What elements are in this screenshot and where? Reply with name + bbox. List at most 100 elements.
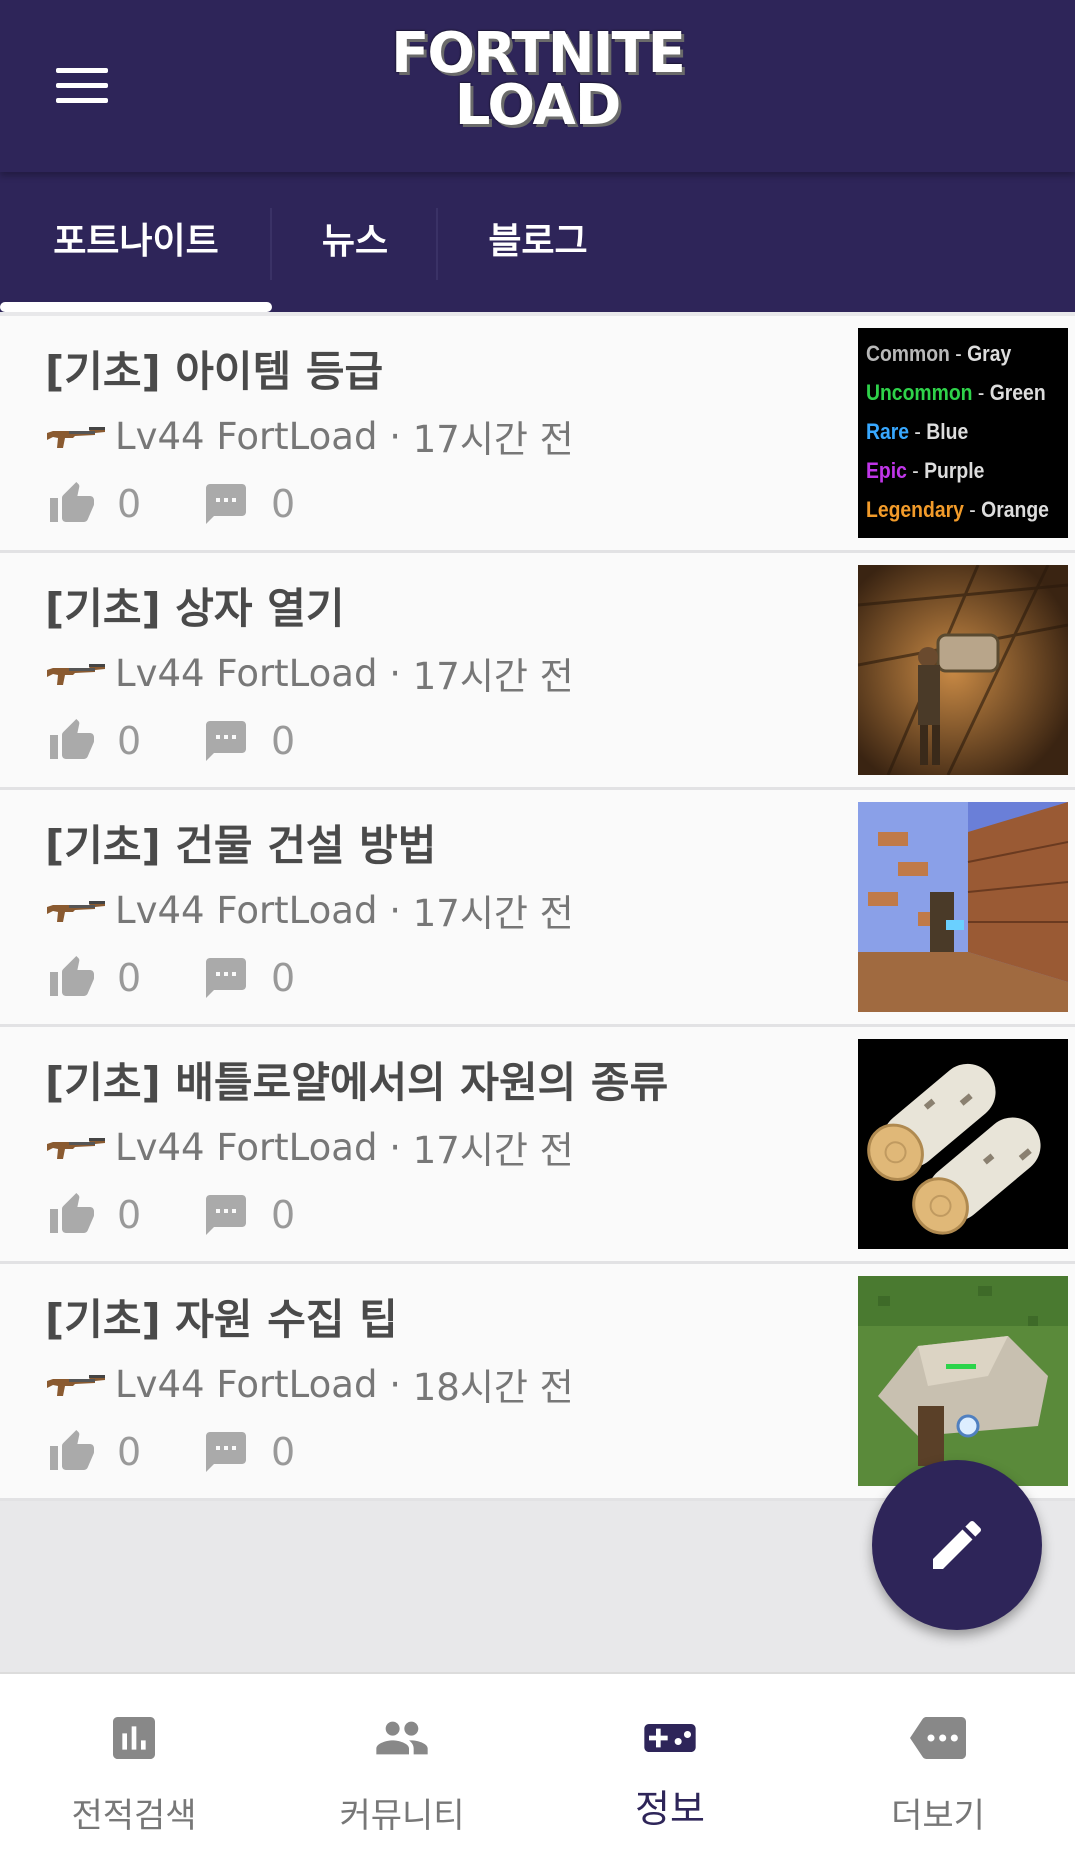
rarity-row: Epic - Purple [866,458,985,483]
write-post-button[interactable] [872,1460,1042,1630]
comment-stat: 0 [199,1428,301,1476]
rifle-icon [47,1138,105,1159]
like-stat: 0 [45,954,147,1002]
meta-separator: · [377,1125,413,1169]
list-item[interactable]: [기초] 자원 수집 팁 Lv44 FortLoad · 18시간 전 0 0 [0,1264,1075,1501]
nav-label: 더보기 [891,1796,985,1836]
comment-icon [206,958,246,998]
rarity-row: Rare - Blue [866,419,969,444]
comment-count: 0 [271,719,296,763]
app-header: FORTNITE LOAD [0,0,1075,172]
post-stats: 0 0 [45,1191,353,1239]
like-count: 0 [117,956,142,1000]
post-author: Lv44 FortLoad [115,888,378,932]
comment-stat: 0 [199,1191,301,1239]
category-tabs: 포트나이트 뉴스 블로그 [0,172,1075,312]
meta-separator: · [377,1362,413,1406]
rarity-row: Common - Gray [866,341,1012,366]
comment-stat: 0 [199,717,301,765]
thumbs-up-icon [50,482,94,522]
post-meta: Lv44 FortLoad · 17시간 전 [45,651,574,698]
post-time: 17시간 전 [412,418,574,461]
meta-separator: · [377,888,413,932]
post-time: 17시간 전 [412,655,574,698]
rarity-row: Legendary - Orange [866,497,1049,522]
post-meta: Lv44 FortLoad · 17시간 전 [45,888,574,935]
like-stat: 0 [45,717,147,765]
like-stat: 0 [45,1191,147,1239]
post-stats: 0 0 [45,1428,353,1476]
list-item[interactable]: [기초] 배틀로얄에서의 자원의 종류 Lv44 FortLoad · 17시간… [0,1027,1075,1264]
gamepad-icon [644,1724,696,1752]
comment-icon [206,1195,246,1235]
post-author: Lv44 FortLoad [115,1362,378,1406]
post-time: 18시간 전 [412,1366,574,1409]
post-author: Lv44 FortLoad [115,414,378,458]
post-time: 17시간 전 [412,892,574,935]
post-meta: Lv44 FortLoad · 18시간 전 [45,1362,574,1409]
like-count: 0 [117,1193,142,1237]
nav-label: 정보 [635,1787,705,1831]
tab-fortnite[interactable]: 포트나이트 [20,172,252,312]
post-meta: Lv44 FortLoad · 17시간 전 [45,414,574,461]
post-title: [기초] 배틀로얄에서의 자원의 종류 [45,1058,669,1107]
like-stat: 0 [45,1428,147,1476]
list-item[interactable]: [기초] 아이템 등급 Lv44 FortLoad · 17시간 전 0 0 C… [0,316,1075,553]
nav-label: 전적검색 [71,1796,197,1836]
list-item[interactable]: [기초] 상자 열기 Lv44 FortLoad · 17시간 전 0 0 [0,553,1075,790]
post-title: [기초] 아이템 등급 [45,347,384,396]
comment-icon [206,1432,246,1472]
post-stats: 0 0 [45,717,353,765]
app-logo[interactable]: FORTNITE LOAD [385,26,690,146]
more-tag-icon [910,1717,966,1759]
post-thumbnail-chest [858,565,1068,775]
list-item[interactable]: [기초] 건물 건설 방법 Lv44 FortLoad · 17시간 전 0 0 [0,790,1075,1027]
like-count: 0 [117,1430,142,1474]
like-count: 0 [117,482,142,526]
post-list: [기초] 아이템 등급 Lv44 FortLoad · 17시간 전 0 0 C… [0,316,1075,1501]
rifle-icon [47,1375,105,1396]
tab-divider [270,208,272,280]
post-thumbnail-resource [858,1276,1068,1486]
tab-news[interactable]: 뉴스 [290,172,420,312]
logo-line2: LOAD [454,73,622,138]
post-thumbnail-rarity: Common - Gray Uncommon - Green Rare - Bl… [858,328,1068,538]
bottom-navigation: 전적검색 커뮤니티 정보 더보기 [0,1672,1075,1852]
hamburger-menu-icon[interactable] [52,64,114,110]
thumbs-up-icon [50,956,94,996]
tab-divider [436,208,438,280]
post-time: 17시간 전 [412,1129,574,1172]
comment-count: 0 [271,956,296,1000]
post-meta: Lv44 FortLoad · 17시간 전 [45,1125,574,1172]
rifle-icon [47,901,105,922]
comment-stat: 0 [199,480,301,528]
rarity-row: Uncommon - Green [866,380,1046,405]
comment-count: 0 [271,482,296,526]
comment-stat: 0 [199,954,301,1002]
post-thumbnail-building [858,802,1068,1012]
nav-community[interactable]: 커뮤니티 [268,1674,536,1852]
meta-separator: · [377,651,413,695]
post-author: Lv44 FortLoad [115,1125,378,1169]
post-title: [기초] 상자 열기 [45,584,345,633]
tab-blog[interactable]: 블로그 [460,172,616,312]
thumbs-up-icon [50,719,94,759]
bar-chart-icon [113,1717,155,1759]
post-stats: 0 0 [45,954,353,1002]
post-title: [기초] 건물 건설 방법 [45,821,437,870]
post-stats: 0 0 [45,480,353,528]
nav-label: 커뮤니티 [339,1796,465,1836]
nav-stats-search[interactable]: 전적검색 [0,1674,268,1852]
like-stat: 0 [45,480,147,528]
thumbs-up-icon [50,1430,94,1470]
rifle-icon [47,427,105,448]
thumbs-up-icon [50,1193,94,1233]
nav-more[interactable]: 더보기 [804,1674,1072,1852]
nav-info[interactable]: 정보 [536,1674,804,1852]
pencil-icon [933,1520,982,1569]
post-title: [기초] 자원 수집 팁 [45,1295,398,1344]
post-thumbnail-logs [858,1039,1068,1249]
comment-count: 0 [271,1430,296,1474]
comment-icon [206,484,246,524]
comment-count: 0 [271,1193,296,1237]
